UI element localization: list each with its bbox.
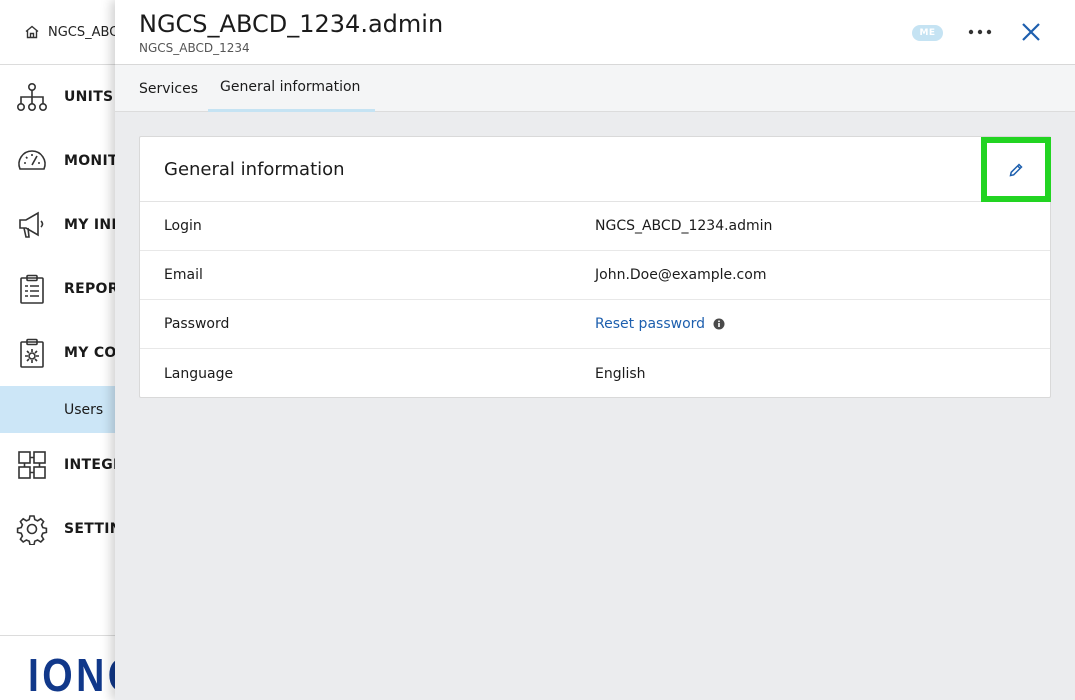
- tab-general-information[interactable]: General information: [208, 65, 375, 112]
- speedometer-icon: [16, 145, 48, 177]
- info-row-login: Login NGCS_ABCD_1234.admin: [140, 202, 1050, 251]
- gear-icon: [16, 513, 48, 545]
- close-icon: [1022, 23, 1040, 41]
- more-horizontal-icon: [968, 29, 992, 35]
- pencil-icon: [1009, 162, 1023, 176]
- more-options-button[interactable]: [964, 20, 996, 44]
- row-label: Password: [164, 316, 230, 332]
- info-icon[interactable]: [713, 318, 725, 330]
- units-icon: [16, 81, 48, 113]
- tab-bar: Services General information: [115, 65, 1075, 112]
- row-label: Language: [164, 365, 234, 382]
- clipboard-report-icon: [16, 273, 48, 305]
- row-value: John.Doe@example.com: [595, 267, 767, 283]
- user-detail-panel: NGCS_ABCD_1234.admin NGCS_ABCD_1234 ME S…: [115, 0, 1075, 700]
- row-label: Login: [164, 218, 202, 234]
- info-row-language: Language English: [140, 349, 1050, 398]
- page-title: NGCS_ABCD_1234.admin: [139, 10, 444, 38]
- card-header: General information: [140, 137, 1051, 202]
- me-badge: ME: [912, 25, 943, 41]
- page-subtitle: NGCS_ABCD_1234: [139, 41, 250, 55]
- home-icon: [25, 25, 39, 39]
- row-value: NGCS_ABCD_1234.admin: [595, 218, 773, 234]
- row-value: Reset password: [595, 316, 725, 332]
- megaphone-icon: [16, 209, 48, 241]
- close-button[interactable]: [1017, 18, 1045, 46]
- sidebar-item-label: UNITS: [64, 89, 114, 105]
- card-title: General information: [164, 159, 345, 180]
- edit-button[interactable]: [981, 137, 1051, 202]
- info-row-password: Password Reset password: [140, 300, 1050, 349]
- clipboard-gear-icon: [16, 337, 48, 369]
- row-label: Email: [164, 267, 203, 283]
- sidebar-subitem-label: Users: [64, 401, 104, 418]
- info-row-email: Email John.Doe@example.com: [140, 251, 1050, 300]
- integrations-icon: [16, 449, 48, 481]
- general-information-card: General information Login NGCS_ABCD_1234…: [139, 136, 1051, 398]
- row-value: English: [595, 365, 646, 382]
- tab-services[interactable]: Services: [139, 65, 198, 112]
- panel-header: NGCS_ABCD_1234.admin NGCS_ABCD_1234 ME: [115, 0, 1075, 65]
- reset-password-link[interactable]: Reset password: [595, 316, 705, 332]
